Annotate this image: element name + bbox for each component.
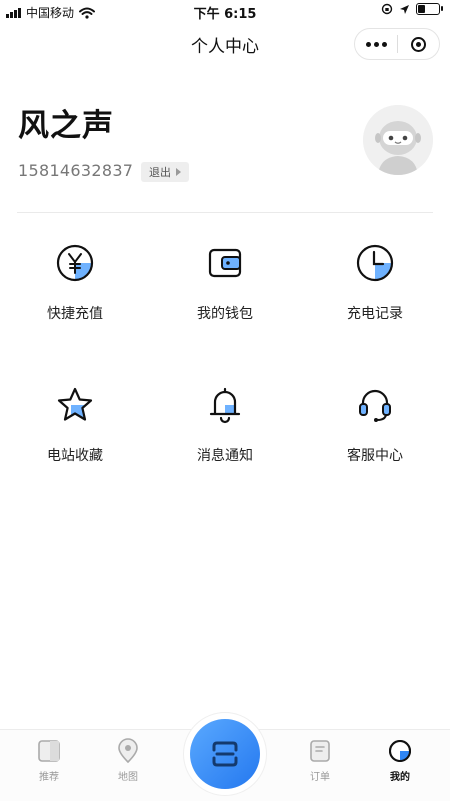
menu-label: 充电记录: [347, 306, 403, 322]
clock-icon: [356, 244, 394, 282]
scan-icon: [212, 741, 238, 767]
yuan-coin-icon: [56, 244, 94, 282]
menu-quick-recharge[interactable]: 快捷充值: [0, 243, 150, 323]
profile-divider: [17, 212, 433, 213]
robot-avatar-icon: [363, 105, 433, 175]
logout-label: 退出: [149, 166, 171, 179]
tab-orders[interactable]: 订单: [290, 738, 350, 783]
more-button[interactable]: [355, 29, 397, 59]
scan-button[interactable]: [190, 719, 260, 789]
close-circle-icon: [411, 36, 426, 52]
mini-program-capsule: [354, 28, 440, 60]
menu-label: 消息通知: [197, 448, 253, 464]
menu-label: 我的钱包: [197, 306, 253, 322]
tab-map[interactable]: 地图: [98, 738, 158, 783]
menu-my-wallet[interactable]: 我的钱包: [150, 243, 300, 323]
recommend-icon: [38, 740, 60, 762]
menu-notifications[interactable]: 消息通知: [150, 385, 300, 465]
menu-charge-history[interactable]: 充电记录: [300, 243, 450, 323]
profile-icon: [389, 740, 411, 762]
headset-icon: [359, 389, 391, 422]
order-icon: [310, 740, 330, 762]
close-button[interactable]: [398, 36, 439, 52]
map-pin-icon: [118, 738, 138, 764]
menu-label: 客服中心: [347, 448, 403, 464]
user-phone: 15814632837: [18, 161, 134, 180]
orientation-lock-icon: [381, 3, 393, 15]
menu-station-favorites[interactable]: 电站收藏: [0, 385, 150, 465]
tab-mine[interactable]: 我的: [370, 738, 430, 783]
tab-label: 地图: [118, 772, 138, 783]
battery-icon: [416, 3, 443, 15]
menu-customer-service[interactable]: 客服中心: [300, 385, 450, 465]
status-bar: 中国移动 下午 6:15: [0, 0, 450, 22]
menu-label: 电站收藏: [47, 448, 103, 464]
logout-button[interactable]: 退出: [141, 162, 189, 182]
avatar[interactable]: [363, 105, 433, 175]
tab-label: 我的: [390, 772, 410, 783]
play-arrow-icon: [176, 168, 181, 176]
tab-label: 推荐: [39, 772, 59, 783]
nav-bar: 个人中心: [0, 22, 450, 66]
user-name: 风之声: [18, 108, 114, 144]
star-icon: [57, 387, 93, 421]
menu-label: 快捷充值: [47, 306, 103, 322]
location-arrow-icon: [400, 4, 409, 14]
tab-label: 订单: [310, 772, 330, 783]
bell-icon: [209, 387, 241, 424]
tab-recommend[interactable]: 推荐: [19, 738, 79, 783]
status-right: [381, 3, 443, 15]
wallet-icon: [208, 248, 242, 278]
